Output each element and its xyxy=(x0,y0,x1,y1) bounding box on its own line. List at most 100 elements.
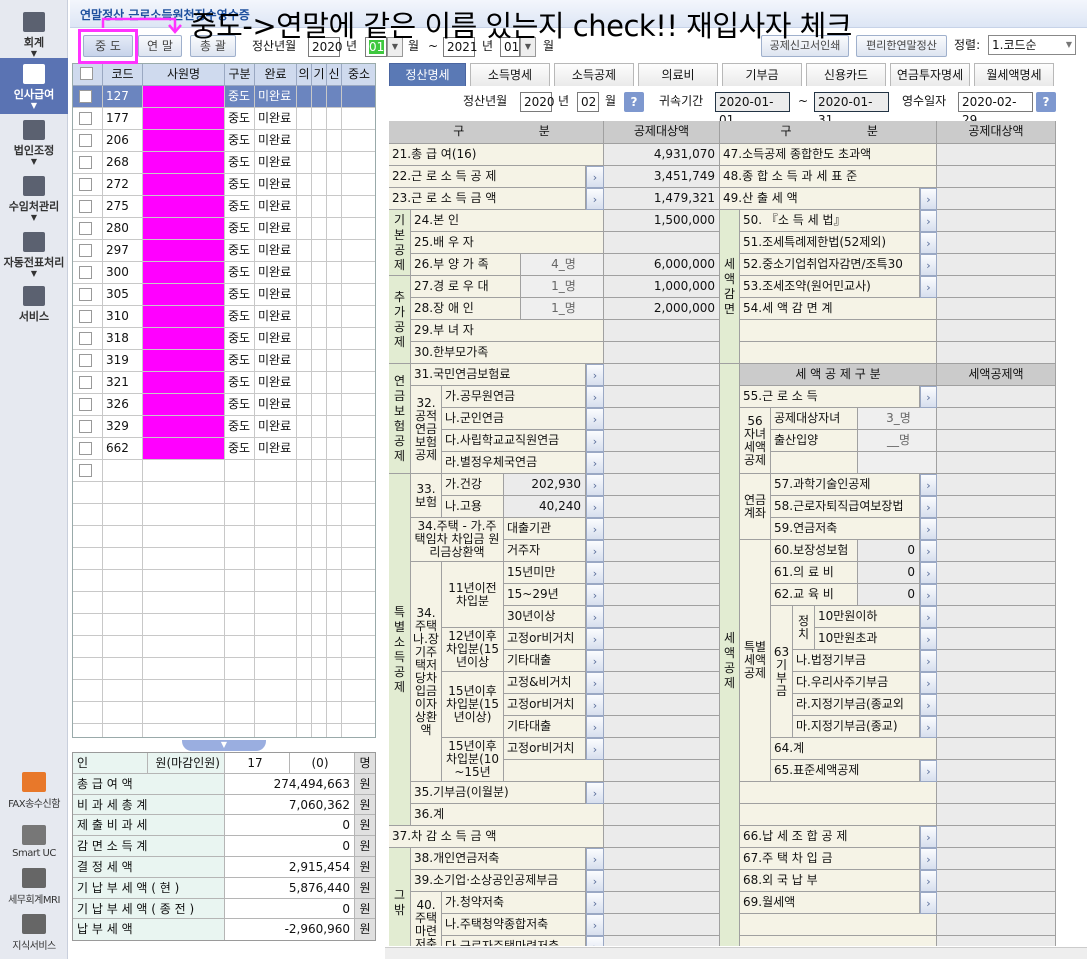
amount-cell[interactable] xyxy=(604,606,720,628)
amount-cell[interactable] xyxy=(937,430,1056,452)
amount-cell[interactable] xyxy=(604,782,720,804)
amount-cell[interactable] xyxy=(604,518,720,540)
amount-cell[interactable] xyxy=(604,694,720,716)
amount-cell[interactable] xyxy=(604,364,720,386)
amount-cell[interactable] xyxy=(937,298,1056,320)
sidebar-fax[interactable]: FAX송수신함 xyxy=(0,770,68,814)
sidebar-item-auto-voucher[interactable]: 자동전표처리 ▼ xyxy=(0,226,68,282)
table-row[interactable] xyxy=(73,460,375,482)
amount-cell[interactable] xyxy=(937,694,1056,716)
amount-cell[interactable]: 40,240 xyxy=(504,496,586,518)
mode-yearend-button[interactable]: 연 말 xyxy=(138,35,182,57)
table-row[interactable]: 329 중도 미완료 xyxy=(73,416,375,438)
amount-cell[interactable] xyxy=(604,408,720,430)
amount-cell[interactable]: 1,500,000 xyxy=(604,210,720,232)
horizontal-scrollbar[interactable] xyxy=(385,947,1087,959)
column-header[interactable]: 구분 xyxy=(225,64,255,86)
chevron-right-icon[interactable]: › xyxy=(920,694,937,716)
chevron-right-icon[interactable]: › xyxy=(586,694,604,716)
column-header[interactable]: 사원명 xyxy=(143,64,225,86)
sidebar-item-accounting[interactable]: 회계 ▼ xyxy=(0,6,68,62)
chevron-right-icon[interactable]: › xyxy=(920,606,937,628)
amount-cell[interactable] xyxy=(937,936,1056,946)
sidebar-item-corporate-adjustment[interactable]: 법인조정 ▼ xyxy=(0,114,68,170)
amount-cell[interactable] xyxy=(937,518,1056,540)
amount-cell[interactable] xyxy=(937,584,1056,606)
settle-month-input[interactable]: 02 xyxy=(577,92,599,112)
table-row[interactable] xyxy=(73,570,375,592)
chevron-right-icon[interactable]: › xyxy=(586,188,604,210)
table-row[interactable]: 310 중도 미완료 xyxy=(73,306,375,328)
receipt-date-input[interactable]: 2020-02-29 xyxy=(958,92,1033,127)
table-row[interactable] xyxy=(73,702,375,724)
amount-cell[interactable] xyxy=(937,496,1056,518)
chevron-right-icon[interactable]: › xyxy=(920,210,937,232)
amount-cell[interactable] xyxy=(937,188,1056,210)
chevron-right-icon[interactable]: › xyxy=(586,584,604,606)
tab-2[interactable]: 소득공제 xyxy=(554,63,634,86)
amount-cell[interactable] xyxy=(937,210,1056,232)
chevron-right-icon[interactable]: › xyxy=(920,232,937,254)
amount-cell[interactable] xyxy=(937,650,1056,672)
amount-cell[interactable] xyxy=(937,452,1056,474)
sidebar-tax-mri[interactable]: 세무회계MRI xyxy=(0,866,68,910)
row-checkbox[interactable] xyxy=(79,200,92,213)
chevron-right-icon[interactable]: › xyxy=(586,606,604,628)
chevron-right-icon[interactable]: › xyxy=(586,782,604,804)
amount-cell[interactable] xyxy=(604,474,720,496)
table-row[interactable] xyxy=(73,680,375,702)
chevron-right-icon[interactable]: › xyxy=(586,166,604,188)
table-row[interactable]: 662 중도 미완료 xyxy=(73,438,375,460)
settle-year-input[interactable]: 2020 xyxy=(520,92,555,112)
table-row[interactable]: 297 중도 미완료 xyxy=(73,240,375,262)
tab-1[interactable]: 소득명세 xyxy=(470,63,550,86)
chevron-right-icon[interactable]: › xyxy=(586,892,604,914)
count-input[interactable]: 4_명 xyxy=(521,254,604,276)
amount-cell[interactable] xyxy=(604,672,720,694)
sort-select[interactable]: 1.코드순 ▼ xyxy=(988,35,1076,55)
column-header[interactable]: 신 xyxy=(327,64,342,86)
amount-cell[interactable] xyxy=(604,342,720,364)
amount-cell[interactable]: 3,451,749 xyxy=(604,166,720,188)
amount-cell[interactable] xyxy=(937,276,1056,298)
chevron-right-icon[interactable]: › xyxy=(920,716,937,738)
amount-cell[interactable] xyxy=(604,650,720,672)
chevron-right-icon[interactable]: › xyxy=(920,892,937,914)
sidebar-smart-uc[interactable]: Smart UC xyxy=(0,823,68,867)
sidebar-knowledge[interactable]: 지식서비스 xyxy=(0,912,68,956)
table-row[interactable]: 177 중도 미완료 xyxy=(73,108,375,130)
amount-cell[interactable] xyxy=(604,870,720,892)
amount-cell[interactable] xyxy=(937,760,1056,782)
amount-cell[interactable] xyxy=(604,232,720,254)
amount-cell[interactable] xyxy=(604,738,720,760)
attribution-to-input[interactable]: 2020-01-31 xyxy=(814,92,889,127)
amount-cell[interactable] xyxy=(604,760,720,782)
table-row[interactable] xyxy=(73,526,375,548)
amount-cell[interactable] xyxy=(937,716,1056,738)
count-input[interactable]: 1_명 xyxy=(521,276,604,298)
chevron-right-icon[interactable]: › xyxy=(920,760,937,782)
row-checkbox[interactable] xyxy=(79,310,92,323)
count-input[interactable]: 3_명 xyxy=(858,408,937,430)
amount-cell[interactable] xyxy=(937,804,1056,826)
amount-cell[interactable] xyxy=(937,914,1056,936)
tab-3[interactable]: 의료비 xyxy=(638,63,718,86)
row-checkbox[interactable] xyxy=(79,90,92,103)
chevron-right-icon[interactable]: › xyxy=(586,540,604,562)
chevron-right-icon[interactable]: › xyxy=(586,430,604,452)
amount-cell[interactable] xyxy=(937,386,1056,408)
select-all-checkbox[interactable] xyxy=(80,67,93,80)
amount-cell[interactable] xyxy=(604,452,720,474)
row-checkbox[interactable] xyxy=(79,134,92,147)
table-row[interactable]: 326 중도 미완료 xyxy=(73,394,375,416)
amount-cell[interactable] xyxy=(937,408,1056,430)
chevron-right-icon[interactable]: › xyxy=(586,452,604,474)
chevron-right-icon[interactable]: › xyxy=(920,386,937,408)
table-row[interactable] xyxy=(73,548,375,570)
chevron-right-icon[interactable]: › xyxy=(920,254,937,276)
chevron-right-icon[interactable]: › xyxy=(586,518,604,540)
chevron-right-icon[interactable]: › xyxy=(586,914,604,936)
row-checkbox[interactable] xyxy=(79,288,92,301)
chevron-right-icon[interactable]: › xyxy=(586,496,604,518)
tab-0[interactable]: 정산명세 xyxy=(389,63,466,86)
